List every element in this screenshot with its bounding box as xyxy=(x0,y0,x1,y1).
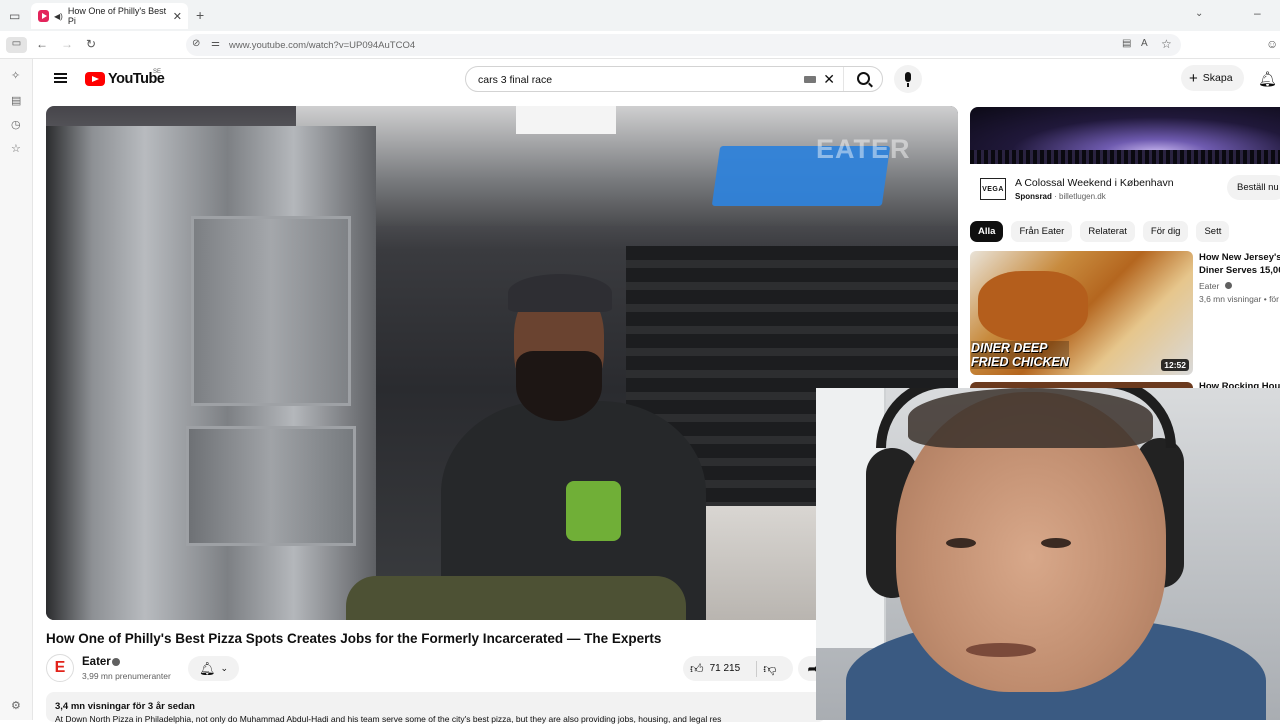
thumbnail-overlay-text: DINER DEEP FRIED CHICKEN xyxy=(970,341,1069,369)
ad-banner-image[interactable] xyxy=(970,107,1280,164)
oven-drawer xyxy=(186,426,356,546)
keyboard-icon[interactable] xyxy=(804,76,816,83)
tab-actions-icon[interactable]: ▭ xyxy=(9,10,20,22)
clear-search-icon[interactable]: ✕ xyxy=(823,71,835,88)
recommendation-thumbnail[interactable]: DINER DEEP FRIED CHICKEN 12:52 xyxy=(970,251,1193,375)
translate-icon[interactable]: A xyxy=(1141,39,1148,49)
headphone-band xyxy=(876,388,1176,448)
rec-title-line-2: Diner Serves 15,00 xyxy=(1199,265,1280,276)
collections-icon[interactable]: ▤ xyxy=(11,94,21,107)
tab-list-chevron-icon[interactable]: ⌄ xyxy=(1195,9,1203,19)
like-divider xyxy=(756,660,758,677)
recommendation-title[interactable]: How New Jersey's Diner Serves 15,00 xyxy=(1199,251,1280,277)
tab-close-icon[interactable]: ✕ xyxy=(173,10,182,23)
verified-icon xyxy=(112,658,120,666)
browser-sidebar: ✧ ▤ ◷ ☆ ⚙ xyxy=(0,59,33,720)
eater-watermark: EATER xyxy=(816,134,911,164)
browser-address-bar: ▭ ← → ↻ ⊘ ⚌ www.youtube.com/watch?v=UP09… xyxy=(0,31,1280,59)
profile-icon[interactable]: ☺ xyxy=(1266,38,1278,50)
description-text: At Down North Pizza in Philadelphia, not… xyxy=(55,714,722,724)
sidebar-toggle-icon[interactable]: ▭ xyxy=(6,37,27,53)
ad-cta-button[interactable]: Beställ nu xyxy=(1227,175,1280,200)
audio-icon[interactable]: ◀) xyxy=(54,12,63,21)
chip-related[interactable]: Relaterat xyxy=(1080,221,1135,242)
shirt-logo xyxy=(566,481,621,541)
permissions-icon[interactable]: ⚌ xyxy=(211,39,220,49)
webcam-overlay xyxy=(816,388,1280,720)
views-and-age: 3,4 mn visningar för 3 år sedan xyxy=(55,701,195,712)
recommendation-channel[interactable]: Eater xyxy=(1199,281,1232,291)
url-text[interactable]: www.youtube.com/watch?v=UP094AuTCO4 xyxy=(229,40,415,51)
recommendation-chips: Alla Från Eater Relaterat För dig Sett xyxy=(970,221,1230,243)
history-icon[interactable]: ◷ xyxy=(11,118,21,131)
recommendation-meta: 3,6 mn visningar • för xyxy=(1199,294,1279,304)
ad-title[interactable]: A Colossal Weekend i København xyxy=(1015,177,1174,189)
reader-mode-icon[interactable]: ▤ xyxy=(1122,39,1131,49)
webcam-mouth xyxy=(966,643,1036,657)
subscriber-count: 3,99 mn prenumeranter xyxy=(82,671,171,681)
voice-search-mic-icon[interactable] xyxy=(894,65,922,93)
video-scene-oven xyxy=(46,126,376,620)
reload-icon[interactable]: ↻ xyxy=(86,38,96,50)
youtube-logo-icon[interactable] xyxy=(85,72,105,86)
video-person-beard xyxy=(516,351,602,421)
thumbnail-food xyxy=(978,271,1088,341)
chip-for-you[interactable]: För dig xyxy=(1142,221,1189,242)
new-tab-button[interactable]: + xyxy=(196,8,204,22)
rec-channel-name: Eater xyxy=(1199,281,1220,291)
bookmark-star-icon[interactable]: ☆ xyxy=(1161,38,1172,50)
overlay-line-1: DINER DEEP xyxy=(971,341,1069,355)
oven-door xyxy=(191,216,351,406)
ad-logo[interactable]: VEGA xyxy=(980,178,1006,200)
notifications-bell-icon[interactable]: 🔔︎ xyxy=(1258,70,1277,88)
bell-icon: 🔔︎ xyxy=(198,660,216,676)
copilot-icon[interactable]: ✧ xyxy=(11,69,20,82)
youtube-header: YouTube SE cars 3 final race ✕ + Skapa 🔔… xyxy=(34,59,1280,99)
search-divider xyxy=(843,67,844,91)
site-info-icon[interactable]: ⊘ xyxy=(192,39,200,49)
search-icon[interactable] xyxy=(857,72,870,85)
plus-icon: + xyxy=(1189,69,1198,87)
webcam-eye-left xyxy=(946,538,976,548)
chip-all[interactable]: Alla xyxy=(970,221,1004,242)
search-box[interactable]: cars 3 final race ✕ xyxy=(465,66,883,92)
favorites-icon[interactable]: ☆ xyxy=(11,142,21,155)
create-label: Skapa xyxy=(1202,72,1233,84)
tab-title: How One of Philly's Best Pi xyxy=(67,6,167,26)
minimize-icon[interactable]: – xyxy=(1254,7,1261,19)
webcam-eye-right xyxy=(1041,538,1071,548)
back-icon[interactable]: ← xyxy=(36,38,48,50)
ad-sponsor: Sponsrad · billetlugen.dk xyxy=(1015,192,1106,201)
chevron-down-icon: ⌄ xyxy=(220,663,229,673)
video-scene-light xyxy=(516,106,616,134)
chip-from-eater[interactable]: Från Eater xyxy=(1011,221,1073,242)
overlay-line-2: FRIED CHICKEN xyxy=(971,355,1069,369)
youtube-favicon-icon xyxy=(38,10,50,22)
like-count[interactable]: 71 215 xyxy=(710,663,741,674)
video-person-pants xyxy=(346,576,686,620)
country-code: SE xyxy=(153,69,162,75)
sponsored-label: Sponsrad xyxy=(1015,192,1052,201)
verified-icon xyxy=(1224,282,1232,289)
search-input[interactable]: cars 3 final race xyxy=(478,74,552,86)
video-title: How One of Philly's Best Pizza Spots Cre… xyxy=(46,631,662,646)
ad-site: billetlugen.dk xyxy=(1059,192,1106,201)
menu-icon[interactable] xyxy=(54,73,67,83)
create-button[interactable]: + Skapa xyxy=(1181,65,1244,91)
channel-name[interactable]: Eater xyxy=(82,656,111,668)
chip-watched[interactable]: Sett xyxy=(1196,221,1230,242)
like-dislike-group: 👍︎ 71 215 👎︎ xyxy=(683,656,793,681)
dislike-icon[interactable]: 👎︎ xyxy=(763,661,776,677)
video-person-bandana xyxy=(508,274,612,312)
subscription-bell-button[interactable]: 🔔︎ ⌄ xyxy=(188,656,239,681)
forward-icon[interactable]: → xyxy=(61,38,73,50)
channel-avatar[interactable]: E xyxy=(46,654,74,682)
video-duration: 12:52 xyxy=(1161,359,1189,371)
rec-title-line-1: How New Jersey's xyxy=(1199,252,1280,263)
like-icon[interactable]: 👍︎ xyxy=(690,661,704,677)
settings-gear-icon[interactable]: ⚙ xyxy=(11,699,21,712)
browser-tab[interactable]: ◀) How One of Philly's Best Pi ✕ xyxy=(31,3,188,29)
browser-tab-bar: ▭ ◀) How One of Philly's Best Pi ✕ + ⌄ – xyxy=(0,0,1280,31)
